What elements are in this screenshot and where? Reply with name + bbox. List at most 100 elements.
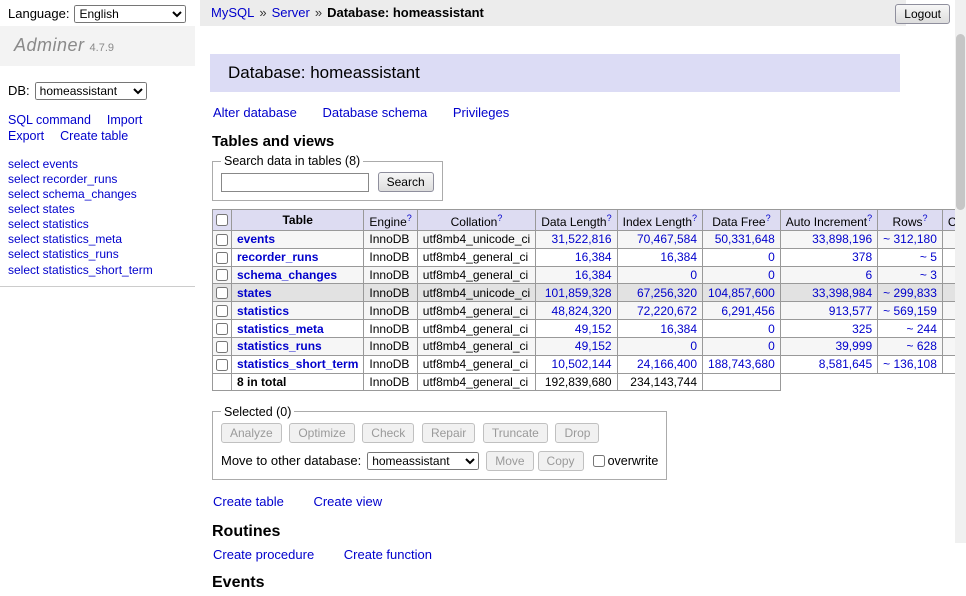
alter-database-link[interactable]: Alter database [213,105,297,120]
auto-increment-link[interactable]: 33,398,984 [812,286,872,300]
help-icon[interactable]: ? [407,213,412,223]
table-link[interactable]: states [237,286,272,300]
search-button[interactable]: Search [378,172,434,192]
table-link[interactable]: statistics_runs [237,339,322,353]
create-view-link[interactable]: Create view [313,494,382,509]
sidebar-link-import[interactable]: Import [107,113,142,127]
auto-increment-link[interactable]: 8,581,645 [819,357,872,371]
table-link[interactable]: statistics_meta [237,322,324,336]
index-length-link[interactable]: 0 [690,339,697,353]
breadcrumb-link-mysql[interactable]: MySQL [211,5,254,20]
sidebar-item-select-states[interactable]: select states [8,202,195,216]
index-length-link[interactable]: 70,467,584 [637,232,697,246]
data-length-link[interactable]: 10,502,144 [552,357,612,371]
auto-increment-link[interactable]: 378 [852,250,872,264]
drop-button[interactable]: Drop [555,423,599,443]
data-length-link[interactable]: 101,859,328 [545,286,612,300]
help-icon[interactable]: ? [607,213,612,223]
data-free-link[interactable]: 188,743,680 [708,357,775,371]
row-checkbox[interactable] [216,341,228,353]
search-input[interactable] [221,173,369,192]
create-function-link[interactable]: Create function [344,547,432,562]
data-free-link[interactable]: 0 [768,322,775,336]
data-free-link[interactable]: 0 [768,250,775,264]
auto-increment-link[interactable]: 6 [865,268,872,282]
index-length-link[interactable]: 72,220,672 [637,304,697,318]
index-length-link[interactable]: 0 [690,268,697,282]
rows-link[interactable]: ~ 312,180 [883,232,937,246]
help-icon[interactable]: ? [766,213,771,223]
sidebar-item-select-statistics[interactable]: select statistics [8,217,195,231]
create-procedure-link[interactable]: Create procedure [213,547,314,562]
move-db-select[interactable]: homeassistant [367,452,479,470]
index-length-link[interactable]: 16,384 [660,322,697,336]
data-free-link[interactable]: 50,331,648 [715,232,775,246]
row-checkbox[interactable] [216,269,228,281]
overwrite-checkbox[interactable] [593,455,605,467]
rows-link[interactable]: ~ 299,833 [883,286,937,300]
index-length-link[interactable]: 24,166,400 [637,357,697,371]
create-table-link[interactable]: Create table [213,494,284,509]
select-all-checkbox[interactable] [216,214,228,226]
optimize-button[interactable]: Optimize [289,423,354,443]
scrollbar-thumb[interactable] [956,34,965,210]
table-link[interactable]: schema_changes [237,268,337,282]
sidebar-item-select-statistics-short-term[interactable]: select statistics_short_term [8,263,195,277]
auto-increment-link[interactable]: 325 [852,322,872,336]
help-icon[interactable]: ? [867,213,872,223]
row-checkbox[interactable] [216,252,228,264]
sidebar-link-sql-command[interactable]: SQL command [8,113,91,127]
table-link[interactable]: events [237,232,275,246]
data-length-link[interactable]: 16,384 [575,250,612,264]
index-length-link[interactable]: 67,256,320 [637,286,697,300]
auto-increment-link[interactable]: 913,577 [829,304,872,318]
sidebar-link-export[interactable]: Export [8,129,44,143]
table-link[interactable]: statistics_short_term [237,357,358,371]
sidebar-item-select-statistics-runs[interactable]: select statistics_runs [8,247,195,261]
db-select[interactable]: homeassistant [35,82,147,100]
table-link[interactable]: recorder_runs [237,250,318,264]
auto-increment-link[interactable]: 39,999 [835,339,872,353]
check-button[interactable]: Check [362,423,414,443]
row-checkbox[interactable] [216,323,228,335]
data-free-link[interactable]: 104,857,600 [708,286,775,300]
row-checkbox[interactable] [216,305,228,317]
data-length-link[interactable]: 48,824,320 [552,304,612,318]
logout-button[interactable]: Logout [895,4,950,24]
sidebar-item-select-recorder-runs[interactable]: select recorder_runs [8,172,195,186]
data-length-link[interactable]: 49,152 [575,339,612,353]
rows-link[interactable]: ~ 5 [920,250,937,264]
row-checkbox[interactable] [216,359,228,371]
data-free-link[interactable]: 6,291,456 [721,304,774,318]
truncate-button[interactable]: Truncate [483,423,548,443]
rows-link[interactable]: ~ 3 [920,268,937,282]
privileges-link[interactable]: Privileges [453,105,509,120]
language-select[interactable]: English [74,5,186,23]
copy-button[interactable]: Copy [538,451,584,471]
data-free-link[interactable]: 0 [768,268,775,282]
sidebar-link-create-table[interactable]: Create table [60,129,128,143]
move-button[interactable]: Move [486,451,533,471]
sidebar-item-select-statistics-meta[interactable]: select statistics_meta [8,232,195,246]
breadcrumb-link-server[interactable]: Server [272,5,310,20]
data-free-link[interactable]: 0 [768,339,775,353]
data-length-link[interactable]: 49,152 [575,322,612,336]
auto-increment-link[interactable]: 33,898,196 [812,232,872,246]
rows-link[interactable]: ~ 244 [907,322,937,336]
rows-link[interactable]: ~ 569,159 [883,304,937,318]
repair-button[interactable]: Repair [422,423,475,443]
table-link[interactable]: statistics [237,304,289,318]
help-icon[interactable]: ? [923,213,928,223]
sidebar-item-select-schema-changes[interactable]: select schema_changes [8,187,195,201]
index-length-link[interactable]: 16,384 [660,250,697,264]
rows-link[interactable]: ~ 136,108 [883,357,937,371]
rows-link[interactable]: ~ 628 [907,339,937,353]
vertical-scrollbar[interactable] [955,0,966,543]
row-checkbox[interactable] [216,234,228,246]
sidebar-item-select-events[interactable]: select events [8,157,195,171]
data-length-link[interactable]: 16,384 [575,268,612,282]
help-icon[interactable]: ? [692,213,697,223]
row-checkbox[interactable] [216,287,228,299]
help-icon[interactable]: ? [497,213,502,223]
database-schema-link[interactable]: Database schema [322,105,427,120]
